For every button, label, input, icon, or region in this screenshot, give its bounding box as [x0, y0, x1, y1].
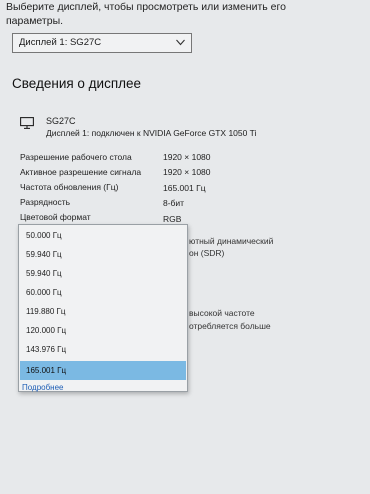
intro-text: Выберите дисплей, чтобы просмотреть или …: [6, 0, 306, 28]
info-value-bit-depth: 8-бит: [163, 198, 185, 208]
refresh-note-line2: отребляется больше: [189, 321, 271, 331]
refresh-rate-dropdown[interactable]: 50.000 Гц 59.940 Гц 59.940 Гц 60.000 Гц …: [18, 224, 188, 392]
refresh-option-59-940[interactable]: 59.940 Гц: [20, 245, 186, 264]
intro-line-1: Выберите дисплей, чтобы просмотреть или …: [6, 1, 286, 13]
intro-line-2: параметры.: [6, 15, 64, 27]
display-select[interactable]: Дисплей 1: SG27C: [12, 33, 192, 53]
info-value-refresh-rate: 165.001 Гц: [163, 183, 206, 193]
refresh-option-119-880[interactable]: 119.880 Гц: [20, 302, 186, 321]
info-label-desktop-res: Разрешение рабочего стола: [20, 152, 132, 162]
color-space-text-line1: ютный динамический: [189, 236, 274, 246]
info-value-desktop-res: 1920 × 1080: [163, 152, 211, 162]
monitor-icon: [20, 117, 34, 129]
chevron-down-icon: [176, 39, 185, 46]
refresh-option-59-940b[interactable]: 59.940 Гц: [20, 264, 186, 283]
info-label-color-format: Цветовой формат: [20, 212, 91, 222]
refresh-option-165-001[interactable]: 165.001 Гц: [20, 361, 186, 380]
info-label-bit-depth: Разрядность: [20, 197, 71, 207]
refresh-option-120[interactable]: 120.000 Гц: [20, 321, 186, 340]
monitor-name: SG27C: [46, 116, 76, 126]
section-title: Сведения о дисплее: [12, 76, 142, 91]
info-value-color-format: RGB: [163, 214, 182, 224]
info-label-refresh-rate: Частота обновления (Гц): [20, 182, 119, 192]
refresh-note-line1: высокой частоте: [189, 308, 255, 318]
more-info-link[interactable]: Подробнее: [22, 383, 64, 392]
refresh-option-143-976[interactable]: 143.976 Гц: [20, 340, 186, 359]
color-space-text-line2: он (SDR): [189, 248, 225, 258]
refresh-option-50[interactable]: 50.000 Гц: [20, 226, 186, 245]
monitor-connection: Дисплей 1: подключен к NVIDIA GeForce GT…: [46, 128, 257, 138]
info-value-active-res: 1920 × 1080: [163, 167, 211, 177]
info-label-active-res: Активное разрешение сигнала: [20, 167, 142, 177]
refresh-option-60[interactable]: 60.000 Гц: [20, 283, 186, 302]
display-select-value: Дисплей 1: SG27C: [19, 37, 102, 48]
